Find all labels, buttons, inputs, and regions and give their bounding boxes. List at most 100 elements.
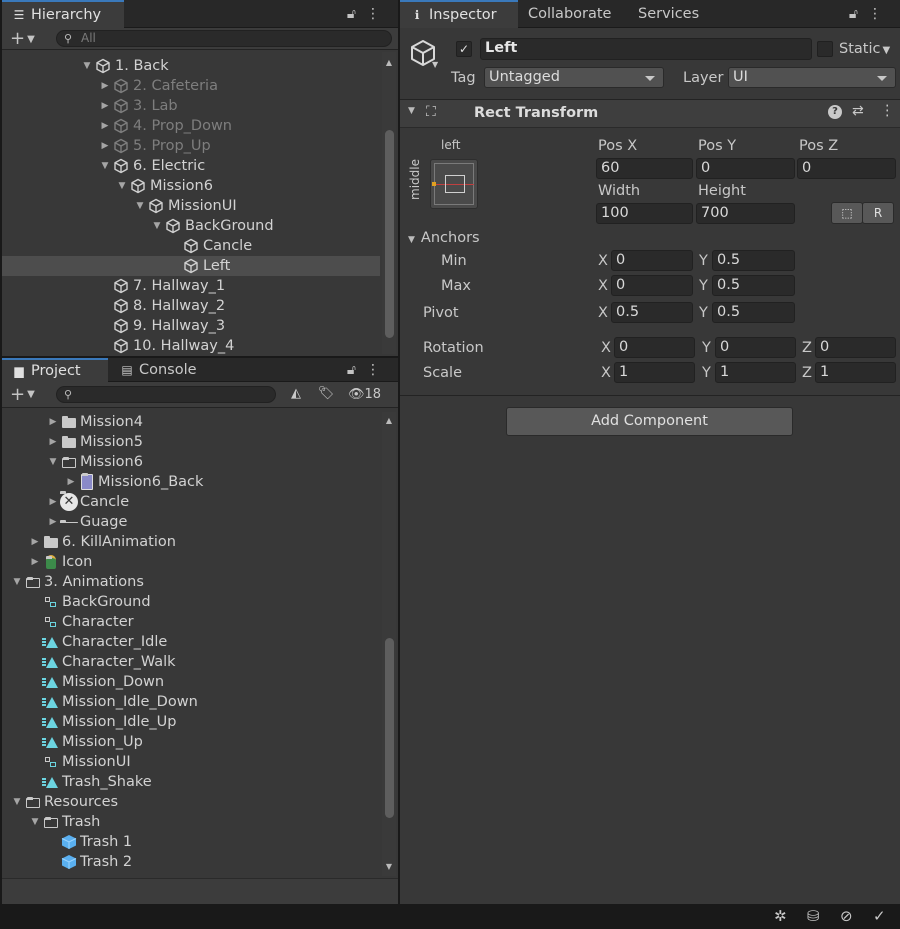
height-field[interactable]: 700 [696, 203, 795, 224]
hierarchy-scrollbar[interactable]: ▲ [382, 52, 396, 354]
hierarchy-item[interactable]: ▶ 4. Prop_Down [2, 116, 380, 136]
hierarchy-item[interactable]: ▶ 3. Lab [2, 96, 380, 116]
kebab-menu-icon[interactable]: ⋮ [868, 6, 892, 22]
project-item[interactable]: MissionUI [2, 752, 380, 772]
project-item[interactable]: ▼ Mission6 [2, 452, 380, 472]
foldout-arrow-icon[interactable]: ▼ [80, 56, 94, 76]
kebab-menu-icon[interactable]: ⋮ [366, 362, 390, 378]
kebab-menu-icon[interactable]: ⋮ [366, 6, 390, 22]
width-field[interactable]: 100 [596, 203, 693, 224]
foldout-arrow-icon[interactable]: ▶ [28, 552, 42, 572]
tab-hierarchy[interactable]: ☰ Hierarchy [2, 0, 124, 28]
foldout-arrow-icon[interactable]: ▶ [46, 512, 60, 532]
add-component-button[interactable]: Add Component [506, 407, 793, 436]
help-icon[interactable]: ? [828, 105, 842, 119]
hierarchy-tab-menu[interactable]: 🔓︎⋮ [347, 0, 390, 28]
project-item[interactable]: ▶ ✕ Cancle [2, 491, 380, 512]
create-dropdown[interactable]: + ▼ [10, 28, 35, 50]
pos-y-field[interactable]: 0 [696, 158, 795, 179]
gameobject-icon[interactable]: ▼ [408, 38, 442, 74]
foldout-arrow-icon[interactable]: ▼ [28, 812, 42, 832]
project-item[interactable]: Trash 2 [2, 852, 380, 872]
hierarchy-item[interactable]: ▼ 1. Back [2, 56, 380, 76]
scroll-up-arrow[interactable]: ▲ [384, 416, 394, 426]
tab-console[interactable]: ▤ Console [110, 358, 207, 382]
project-item[interactable]: Mission_Idle_Down [2, 692, 380, 712]
anchor-min-y-field[interactable]: 0.5 [712, 250, 795, 271]
hidden-packages-toggle[interactable]: 👁︎18 [348, 385, 381, 405]
foldout-arrow-icon[interactable]: ▶ [46, 412, 60, 432]
scroll-thumb[interactable] [385, 130, 394, 338]
rotation-y-field[interactable]: 0 [715, 337, 796, 358]
project-item[interactable]: ▶ Mission5 [2, 432, 380, 452]
scroll-down-arrow[interactable]: ▼ [384, 862, 394, 872]
hierarchy-item[interactable]: ▼ 6. Electric [2, 156, 380, 176]
tag-dropdown[interactable]: Untagged [484, 67, 664, 88]
foldout-arrow-icon[interactable]: ▼ [98, 156, 112, 176]
hierarchy-item[interactable]: 10. Hallway_4 [2, 336, 380, 356]
project-item[interactable]: ▼ 3. Animations [2, 572, 380, 592]
static-dropdown[interactable]: Static ▼ [839, 38, 890, 62]
foldout-arrow-icon[interactable]: ▶ [64, 472, 78, 492]
project-item[interactable]: Character [2, 612, 380, 632]
active-checkbox[interactable]: ✓ [456, 41, 472, 57]
scroll-thumb[interactable] [385, 638, 394, 818]
project-item[interactable]: ▶ Mission4 [2, 412, 380, 432]
debug-icon[interactable]: ✲ [774, 907, 787, 925]
project-item[interactable]: Mission_Up [2, 732, 380, 752]
foldout-arrow-icon[interactable]: ▼ [10, 792, 24, 812]
project-scrollbar[interactable]: ▲ ▼ [382, 412, 396, 876]
foldout-arrow-icon[interactable]: ▶ [46, 492, 60, 512]
anchor-max-y-field[interactable]: 0.5 [712, 275, 795, 296]
foldout-arrow-icon[interactable]: ▼ [115, 176, 129, 196]
foldout-arrow-icon[interactable]: ▶ [46, 432, 60, 452]
foldout-arrow-icon[interactable]: ▼ [10, 572, 24, 592]
layer-dropdown[interactable]: UI [728, 67, 896, 88]
hierarchy-item[interactable]: ▼ MissionUI [2, 196, 380, 216]
foldout-arrow-icon[interactable]: ▶ [98, 96, 112, 116]
hierarchy-item[interactable]: ▼ BackGround [2, 216, 380, 236]
project-item[interactable]: ▶ Icon [2, 552, 380, 572]
hierarchy-item[interactable]: 9. Hallway_3 [2, 316, 380, 336]
raw-edit-button[interactable]: R [862, 202, 894, 224]
project-item[interactable]: BackGround [2, 592, 380, 612]
project-item[interactable]: ▼ Trash [2, 812, 380, 832]
scale-z-field[interactable]: 1 [815, 362, 896, 383]
pos-z-field[interactable]: 0 [797, 158, 896, 179]
foldout-arrow-icon[interactable]: ▼ [46, 452, 60, 472]
rotation-x-field[interactable]: 0 [614, 337, 695, 358]
scroll-up-arrow[interactable]: ▲ [384, 58, 394, 68]
kebab-menu-icon[interactable]: ⋮ [880, 103, 895, 119]
hierarchy-item[interactable]: ▶ 2. Cafeteria [2, 76, 380, 96]
hierarchy-item[interactable]: 7. Hallway_1 [2, 276, 380, 296]
foldout-arrow-icon[interactable]: ▼ [408, 106, 415, 116]
lock-icon[interactable]: 🔓︎ [347, 6, 366, 22]
pivot-x-field[interactable]: 0.5 [611, 302, 693, 323]
project-item[interactable]: Mission_Down [2, 672, 380, 692]
inspector-tab-menu[interactable]: 🔓︎⋮ [849, 0, 892, 28]
check-circle-icon[interactable]: ✓ [873, 907, 886, 925]
hierarchy-item[interactable]: Cancle [2, 236, 380, 256]
static-checkbox[interactable] [817, 41, 833, 57]
hierarchy-item[interactable]: ▶ 5. Prop_Up [2, 136, 380, 156]
foldout-arrow-icon[interactable]: ▶ [98, 136, 112, 156]
project-item[interactable]: Mission_Idle_Up [2, 712, 380, 732]
anchor-min-x-field[interactable]: 0 [611, 250, 693, 271]
tab-collaborate[interactable]: Collaborate [518, 0, 621, 28]
foldout-arrow-icon[interactable]: ▶ [98, 116, 112, 136]
tab-inspector[interactable]: ℹ Inspector [400, 0, 518, 28]
tab-project[interactable]: ▆ Project [2, 358, 108, 382]
scale-y-field[interactable]: 1 [715, 362, 796, 383]
foldout-arrow-icon[interactable]: ▼ [150, 216, 164, 236]
project-tab-menu[interactable]: 🔓︎⋮ [347, 358, 390, 382]
project-item[interactable]: ▼ Resources [2, 792, 380, 812]
anchor-presets-button[interactable] [430, 159, 478, 209]
hierarchy-search-input[interactable]: ⚲ All [56, 30, 392, 47]
project-item[interactable]: ▶ Guage [2, 512, 380, 532]
filter-by-label-icon[interactable]: 🏷︎ [316, 386, 336, 404]
hierarchy-item[interactable]: 8. Hallway_2 [2, 296, 380, 316]
lock-icon[interactable]: 🔓︎ [347, 362, 366, 378]
project-item[interactable]: Trash 1 [2, 832, 380, 852]
project-item[interactable]: ▶ 6. KillAnimation [2, 532, 380, 552]
foldout-arrow-icon[interactable]: ▶ [28, 532, 42, 552]
